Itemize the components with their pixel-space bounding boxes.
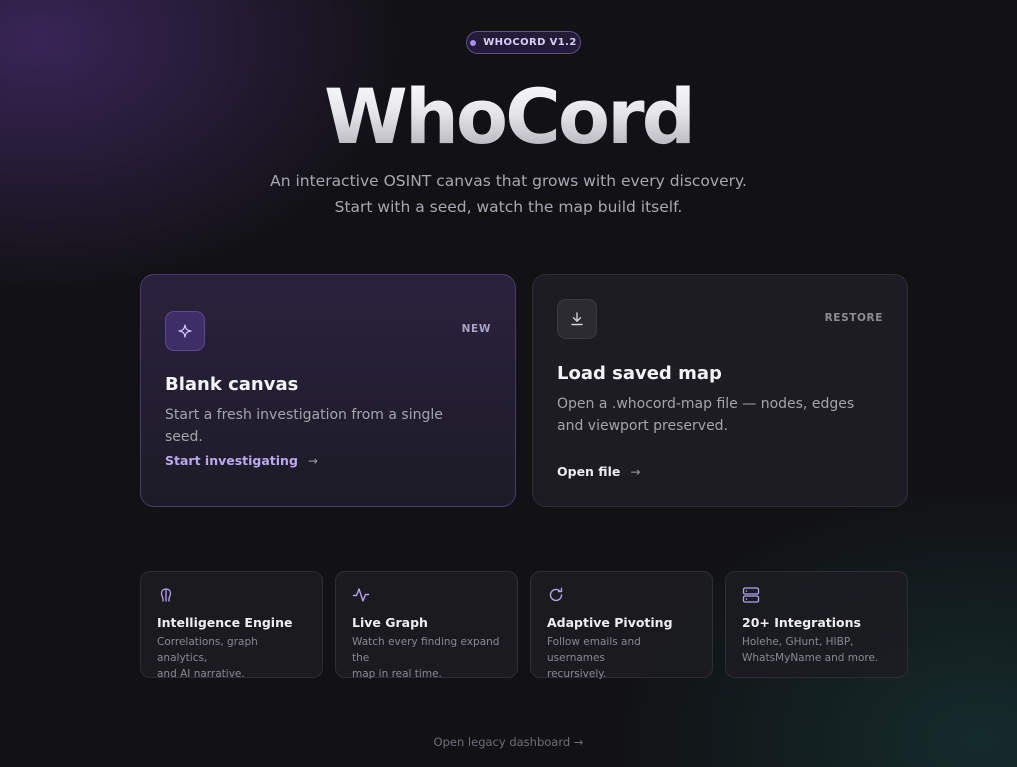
download-icon bbox=[557, 299, 597, 339]
version-label: WHOCORD V1.2 bbox=[483, 37, 577, 48]
arrow-right-icon: → bbox=[307, 453, 318, 468]
description-line: and AI narrative. bbox=[157, 668, 245, 680]
start-investigating-link[interactable]: Start investigating → bbox=[165, 453, 318, 468]
app-subtitle: An interactive OSINT canvas that grows w… bbox=[0, 168, 1017, 220]
card-title: Blank canvas bbox=[165, 374, 299, 395]
description-line: recursively. bbox=[547, 668, 607, 680]
brain-icon bbox=[160, 588, 172, 602]
restore-tag: RESTORE bbox=[824, 312, 883, 324]
feature-title: Adaptive Pivoting bbox=[547, 615, 673, 630]
status-dot bbox=[470, 39, 477, 46]
feature-live-graph: Live Graph Watch every finding expand th… bbox=[335, 571, 518, 680]
link-label: Open file bbox=[557, 464, 621, 479]
server-icon bbox=[742, 587, 760, 603]
feature-title: Intelligence Engine bbox=[157, 615, 293, 630]
feature-description: Correlations, graph analytics, and AI na… bbox=[157, 634, 306, 682]
feature-title: 20+ Integrations bbox=[742, 615, 861, 630]
description-line: map in real time. bbox=[352, 668, 442, 680]
card-description: Start a fresh investigation from a singl… bbox=[165, 407, 443, 445]
card-description: Open a .whocord-map file — nodes, edges … bbox=[557, 396, 855, 434]
feature-adaptive-pivoting: Adaptive Pivoting Follow emails and user… bbox=[530, 571, 713, 680]
link-label: Start investigating bbox=[165, 453, 298, 468]
app-title: WhoCord bbox=[0, 72, 1017, 162]
arrow-right-icon: → bbox=[630, 464, 641, 479]
feature-description: Watch every finding expand the map in re… bbox=[352, 634, 501, 682]
description-line: Correlations, graph analytics, bbox=[157, 636, 258, 664]
blank-canvas-card[interactable]: NEW Blank canvas Start a fresh investiga… bbox=[140, 274, 516, 507]
version-badge: WHOCORD V1.2 bbox=[466, 31, 581, 54]
activity-icon bbox=[352, 588, 370, 602]
new-tag: NEW bbox=[461, 323, 491, 335]
feature-integrations: 20+ Integrations Holehe, GHunt, HIBP, Wh… bbox=[725, 571, 908, 678]
load-saved-map-card[interactable]: RESTORE Load saved map Open a .whocord-m… bbox=[532, 274, 908, 507]
feature-title: Live Graph bbox=[352, 615, 428, 630]
description-line: WhatsMyName and more. bbox=[742, 652, 879, 664]
subtitle-line-1: An interactive OSINT canvas that grows w… bbox=[270, 172, 747, 190]
refresh-icon bbox=[549, 587, 563, 602]
card-title: Load saved map bbox=[557, 363, 722, 384]
feature-description: Follow emails and usernames recursively. bbox=[547, 634, 696, 682]
sparkle-icon bbox=[165, 311, 205, 351]
open-file-link[interactable]: Open file → bbox=[557, 464, 640, 479]
description-line: Watch every finding expand the bbox=[352, 636, 500, 664]
description-line: Follow emails and usernames bbox=[547, 636, 641, 664]
feature-description: Holehe, GHunt, HIBP, WhatsMyName and mor… bbox=[742, 634, 891, 666]
feature-intelligence-engine: Intelligence Engine Correlations, graph … bbox=[140, 571, 323, 680]
subtitle-line-2: Start with a seed, watch the map build i… bbox=[334, 198, 683, 216]
legacy-dashboard-link[interactable]: Open legacy dashboard → bbox=[0, 735, 1017, 749]
description-line: Holehe, GHunt, HIBP, bbox=[742, 636, 854, 648]
